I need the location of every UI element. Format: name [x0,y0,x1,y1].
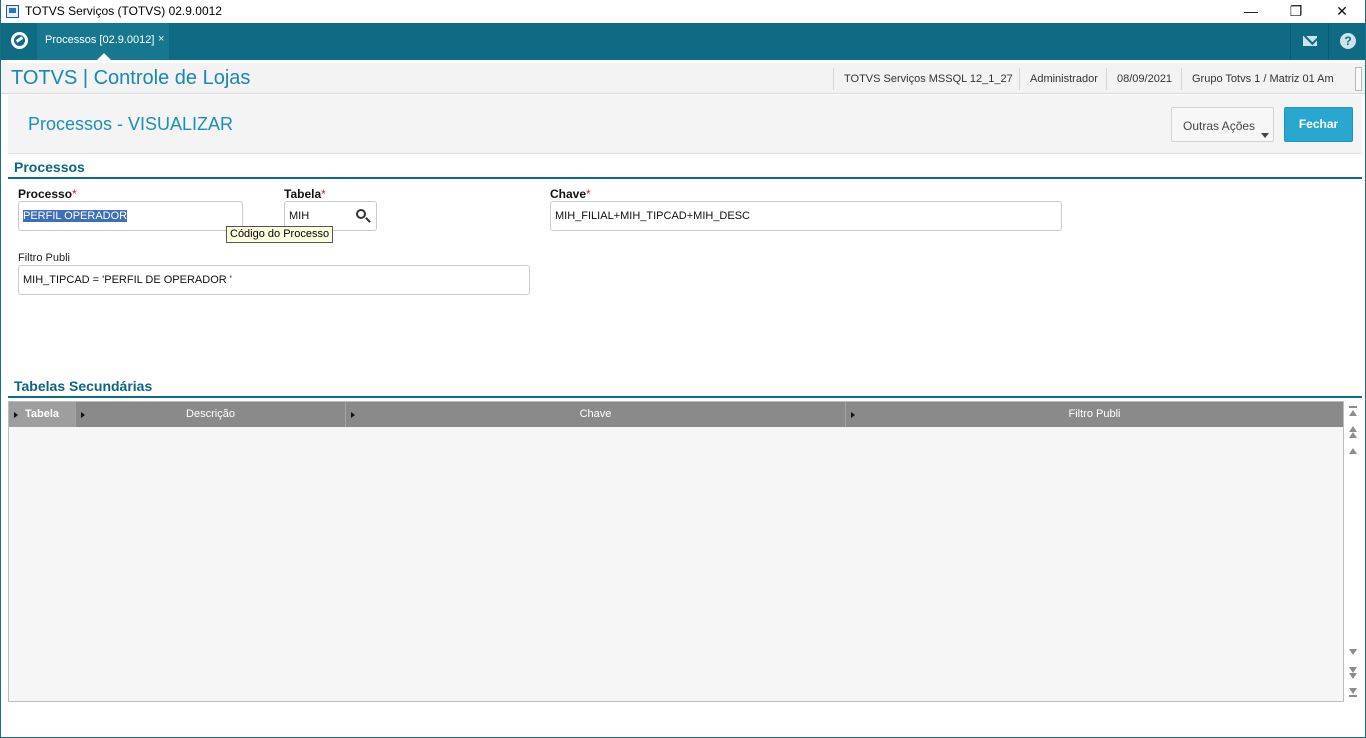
column-label: Descrição [186,408,235,420]
column-header-descricao[interactable]: Descrição [76,402,346,427]
app-navbar: Processos [02.9.0012] × ? [1,23,1365,60]
column-header-chave[interactable]: Chave [346,402,846,427]
scroll-up-icon[interactable] [1349,448,1357,454]
chave-value: MIH_FILIAL+MIH_TIPCAD+MIH_DESC [555,210,750,222]
app-icon [6,5,19,18]
processo-label-text: Processo [18,187,73,201]
app-header: TOTVS | Controle de Lojas TOTVS Serviços… [1,60,1365,94]
chave-label-text: Chave [550,187,587,201]
window-title: TOTVS Serviços (TOTVS) 02.9.0012 [25,4,222,18]
section-title-tabelas-secundarias: Tabelas Secundárias [14,378,153,394]
sort-arrow-icon [14,412,18,418]
column-label: Filtro Publi [1068,408,1121,420]
column-header-tabela[interactable]: Tabela [9,402,76,427]
other-actions-label: Outras Ações [1183,119,1256,133]
scroll-last-icon[interactable] [1349,688,1357,694]
restore-button[interactable]: ❐ [1273,0,1319,23]
tabela-label-text: Tabela [284,187,322,201]
close-window-button[interactable]: ✕ [1319,0,1365,23]
mail-icon [1303,36,1317,46]
date-info: 08/09/2021 [1106,68,1182,90]
close-button[interactable]: Fechar [1284,107,1353,142]
totvs-logo-icon[interactable] [11,32,28,49]
section-title-processos: Processos [14,159,85,175]
chave-field[interactable]: MIH_FILIAL+MIH_TIPCAD+MIH_DESC [550,201,1062,231]
column-label: Chave [579,408,612,420]
processo-value: PERFIL OPERADOR [23,210,128,222]
help-icon: ? [1340,33,1356,49]
user-info: Administrador [1019,68,1108,90]
window-titlebar: TOTVS Serviços (TOTVS) 02.9.0012 — ❐ ✕ [1,0,1365,23]
header-scrollbar[interactable] [1355,67,1362,91]
page-header: Processos - VISUALIZAR Outras Ações Fech… [8,95,1362,154]
sort-arrow-icon [351,412,355,418]
other-actions-button[interactable]: Outras Ações [1171,107,1274,142]
scroll-bottom-bar [1349,695,1357,697]
environment-info: TOTVS Serviços MSSQL 12_1_27 [833,68,1023,90]
processo-tooltip: Código do Processo [226,226,334,243]
grid-vertical-scrollbar[interactable] [1344,401,1362,702]
required-mark: * [586,187,591,201]
sort-arrow-icon [851,412,855,418]
section-divider [8,177,1362,179]
secondary-tables-grid: Tabela Descrição Chave Filtro Publi [8,401,1344,702]
company-info: Grupo Totvs 1 / Matriz 01 Am [1181,68,1344,90]
tabela-value: MIH [289,210,310,222]
mail-button[interactable] [1290,23,1328,60]
grid-header: Tabela Descrição Chave Filtro Publi [9,402,1343,427]
processo-label: Processo* [18,187,77,201]
scroll-top-bar [1349,406,1357,408]
app-window: TOTVS Serviços (TOTVS) 02.9.0012 — ❐ ✕ P… [0,0,1366,738]
sort-arrow-icon [81,412,85,418]
page-title: Processos - VISUALIZAR [28,114,234,134]
help-button[interactable]: ? [1328,23,1365,60]
column-header-filtro-publi[interactable]: Filtro Publi [846,402,1343,427]
section-divider [8,396,1362,398]
tabela-label: Tabela* [284,187,326,201]
app-title: TOTVS | Controle de Lojas [11,67,251,89]
scroll-page-down-icon-2 [1349,673,1357,679]
chevron-down-icon [1261,133,1269,138]
required-mark: * [72,187,77,201]
scroll-first-icon[interactable] [1349,410,1357,416]
tab-close-icon[interactable]: × [158,33,164,45]
tab-active-indicator [97,53,111,60]
search-icon[interactable] [356,209,366,219]
filtro-label: Filtro Publi [18,252,70,264]
filtro-value: MIH_TIPCAD = 'PERFIL DE OPERADOR ' [23,274,232,286]
processo-field[interactable]: PERFIL OPERADOR [18,201,243,231]
tab-processos[interactable]: Processos [02.9.0012] × [37,23,169,60]
filtro-field[interactable]: MIH_TIPCAD = 'PERFIL DE OPERADOR ' [18,265,530,295]
tab-label: Processos [02.9.0012] [45,34,155,46]
required-mark: * [321,187,326,201]
scroll-down-icon[interactable] [1349,649,1357,655]
column-label: Tabela [24,408,60,420]
scroll-page-up-icon-2 [1349,432,1357,438]
minimize-button[interactable]: — [1228,0,1274,23]
chave-label: Chave* [550,187,591,201]
